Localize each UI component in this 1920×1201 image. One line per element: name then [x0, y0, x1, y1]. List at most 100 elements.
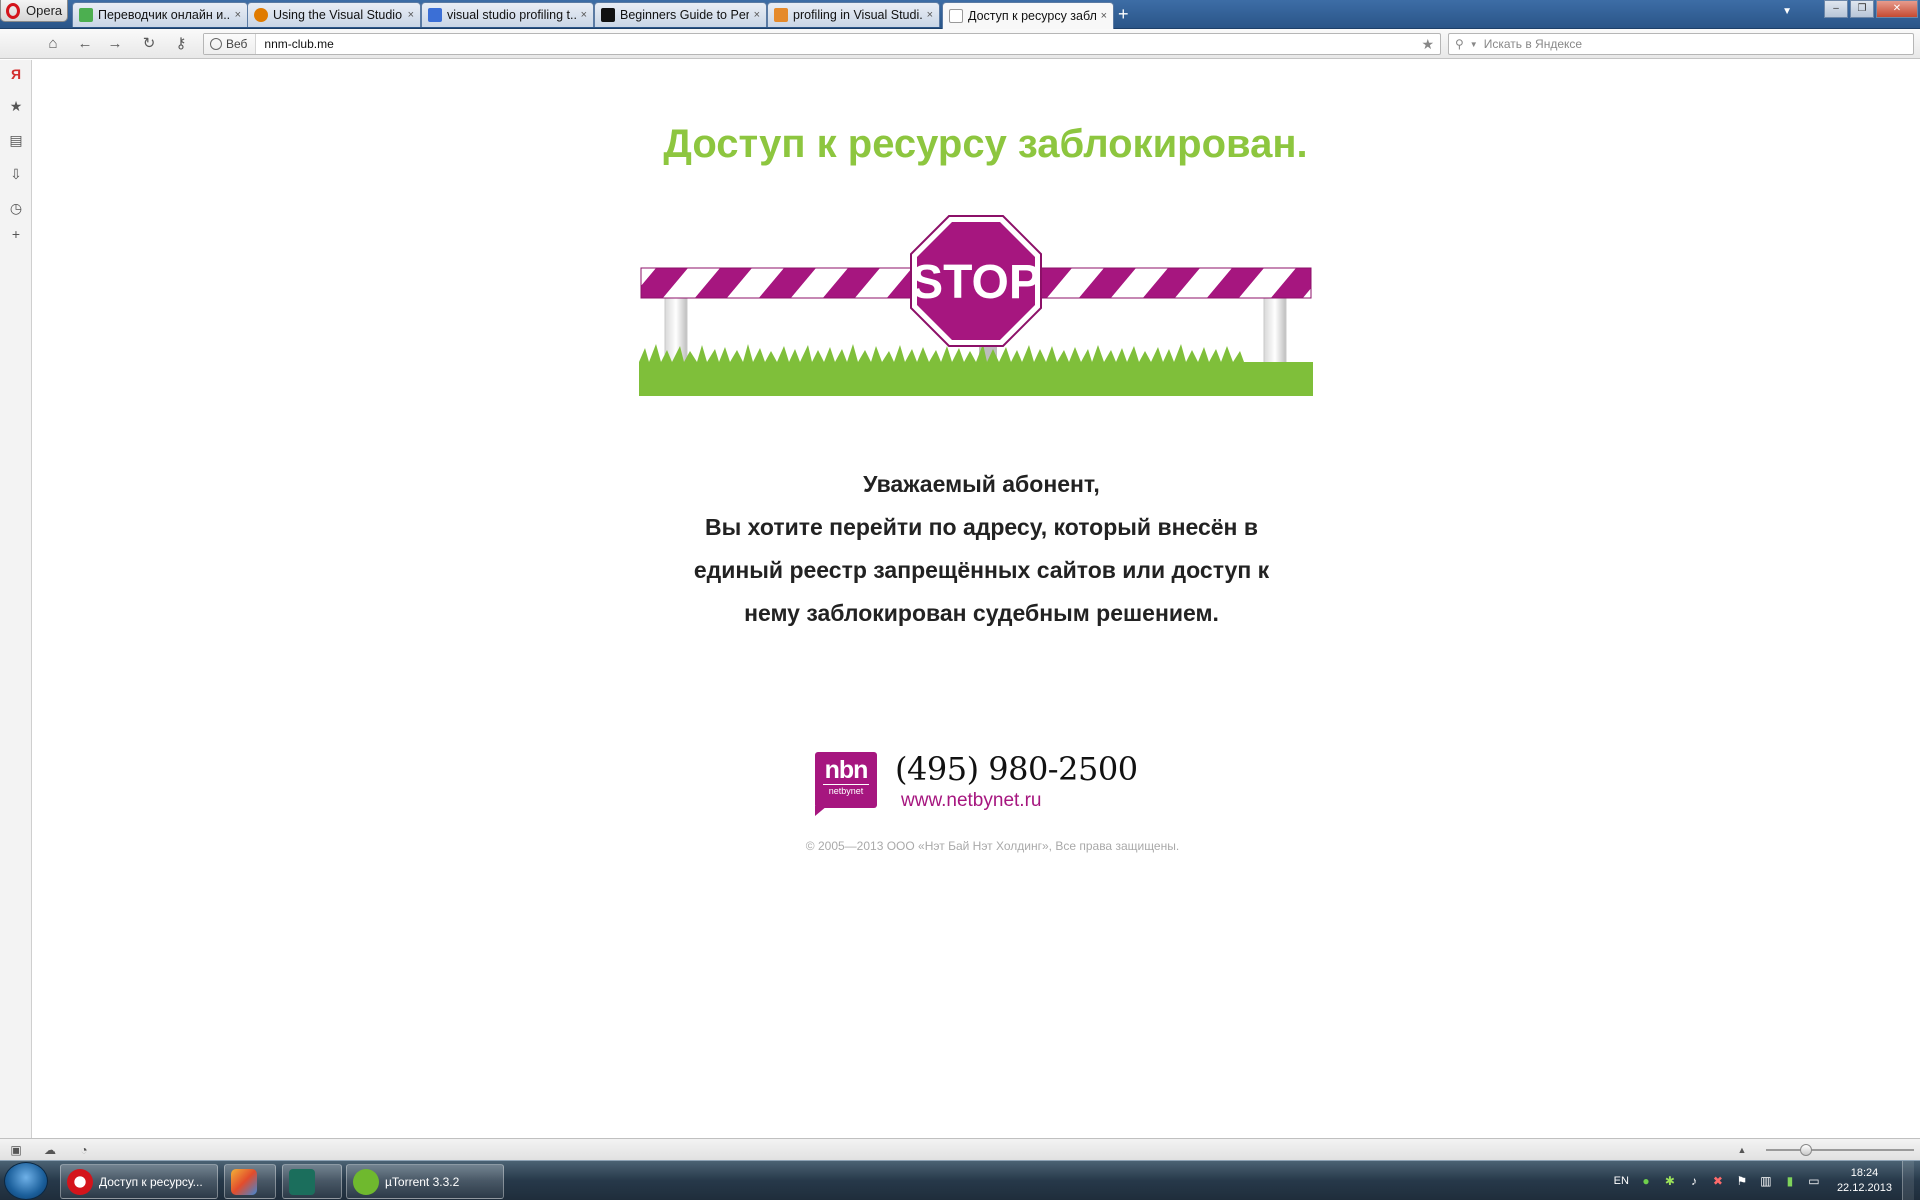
- android-tray-icon[interactable]: ✱: [1663, 1174, 1677, 1188]
- opera-icon: [67, 1168, 93, 1195]
- tab-stackoverflow[interactable]: profiling in Visual Studi... ×: [767, 2, 940, 27]
- language-indicator[interactable]: EN: [1614, 1175, 1629, 1187]
- tab-list-chevron-icon[interactable]: ▼: [1782, 6, 1792, 17]
- page-favicon-icon: [949, 9, 963, 23]
- taskbar-item-label: µTorrent 3.3.2: [385, 1174, 460, 1189]
- provider-contact: nbn netbynet (495) 980-2500 www.netbynet…: [815, 750, 1145, 822]
- tab-close-icon[interactable]: ×: [927, 9, 933, 21]
- downloads-icon[interactable]: ⇩: [8, 166, 24, 182]
- search-icon: ⚲: [1455, 37, 1464, 51]
- message-line: нему заблокирован судебным решением.: [744, 600, 1219, 626]
- paint-icon: [231, 1168, 257, 1195]
- block-message: Уважаемый абонент, Вы хотите перейти по …: [33, 463, 1920, 635]
- history-clock-icon[interactable]: ◷: [8, 200, 24, 216]
- tab-beginners-guide[interactable]: Beginners Guide to Per... ×: [594, 2, 767, 27]
- yandex-icon[interactable]: Я: [8, 66, 24, 82]
- website-link[interactable]: www.netbynet.ru: [901, 790, 1041, 812]
- display-icon[interactable]: ▭: [1807, 1174, 1821, 1188]
- tab-blocked-page[interactable]: Доступ к ресурсу забл... ×: [942, 2, 1114, 29]
- tab-close-icon[interactable]: ×: [235, 9, 241, 21]
- tab-translator[interactable]: Переводчик онлайн и... ×: [72, 2, 248, 27]
- system-clock[interactable]: 18:24 22.12.2013: [1837, 1166, 1892, 1196]
- window-controls: – ❐ ✕: [1824, 0, 1918, 18]
- side-panel: Я ★ ▤ ⇩ ◷ +: [0, 60, 32, 1138]
- google-favicon-icon: [428, 8, 442, 22]
- site-favicon-icon: [254, 8, 268, 22]
- back-icon[interactable]: ←: [76, 35, 94, 53]
- bookmark-star-icon[interactable]: ★: [1421, 36, 1440, 53]
- volume-icon[interactable]: ♪: [1687, 1174, 1701, 1188]
- network-icon[interactable]: ▥: [1759, 1174, 1773, 1188]
- message-line: Вы хотите перейти по адресу, который вне…: [705, 514, 1258, 540]
- browser-status-bar: ▣ ☁ ◔ ▲: [0, 1138, 1920, 1160]
- app-icon: [289, 1168, 315, 1195]
- tab-strip: Opera Переводчик онлайн и... × Using the…: [0, 0, 1920, 29]
- search-engine-dropdown-icon[interactable]: ▼: [1470, 40, 1478, 49]
- tab-close-icon[interactable]: ×: [754, 9, 760, 21]
- search-field[interactable]: ⚲ ▼ Искать в Яндексе: [1448, 33, 1914, 55]
- action-center-flag-icon[interactable]: ⚑: [1735, 1174, 1749, 1188]
- taskbar-item-label: Доступ к ресурсу...: [99, 1174, 203, 1189]
- tab-title: Доступ к ресурсу забл...: [968, 9, 1096, 23]
- forward-icon[interactable]: →: [106, 35, 124, 53]
- home-icon[interactable]: ⌂: [44, 35, 62, 53]
- stop-sign-text: STOP: [911, 256, 1041, 309]
- tab-title: profiling in Visual Studi...: [793, 8, 922, 22]
- logo-speech-tail: [815, 806, 827, 816]
- utorrent-tray-icon[interactable]: ●: [1639, 1174, 1653, 1188]
- phone-number: (495) 980-2500: [895, 750, 1138, 788]
- reload-icon[interactable]: ↻: [140, 35, 158, 53]
- taskbar-item-paint[interactable]: [224, 1164, 276, 1199]
- panel-toggle-icon[interactable]: ▣: [8, 1142, 24, 1158]
- page-title: Доступ к ресурсу заблокирован.: [663, 122, 1308, 166]
- zoom-slider-knob[interactable]: [1800, 1144, 1812, 1156]
- stop-barrier-image: STOP: [639, 215, 1313, 396]
- taskbar-item-app[interactable]: [282, 1164, 342, 1199]
- new-tab-button[interactable]: +: [1118, 4, 1129, 25]
- address-bar[interactable]: Веб nnm-club.me ★: [203, 33, 1441, 55]
- opera-unite-icon[interactable]: ☁: [42, 1142, 58, 1158]
- tab-close-icon[interactable]: ×: [408, 9, 414, 21]
- speed-dial-icon[interactable]: ◔: [76, 1142, 92, 1158]
- tab-visual-studio[interactable]: Using the Visual Studio... ×: [247, 2, 421, 27]
- notes-icon[interactable]: ▤: [8, 132, 24, 148]
- taskbar-item-utorrent[interactable]: µTorrent 3.3.2: [346, 1164, 504, 1199]
- tab-title: visual studio profiling t...: [447, 8, 576, 22]
- safely-remove-icon[interactable]: ▮: [1783, 1174, 1797, 1188]
- minimize-icon[interactable]: –: [1824, 0, 1848, 18]
- taskbar-item-opera[interactable]: Доступ к ресурсу...: [60, 1164, 218, 1199]
- windows-taskbar: Доступ к ресурсу... µTorrent 3.3.2 EN ● …: [0, 1160, 1920, 1201]
- opera-logo-icon: [6, 2, 20, 19]
- tab-close-icon[interactable]: ×: [1101, 10, 1107, 22]
- start-button[interactable]: [4, 1162, 48, 1200]
- tab-close-icon[interactable]: ×: [581, 9, 587, 21]
- opera-menu-button[interactable]: Opera: [0, 0, 68, 22]
- utorrent-icon: [353, 1168, 379, 1195]
- web-page-content: Доступ к ресурсу заблокирован. STOP Уваж…: [33, 60, 1920, 1138]
- show-desktop-button[interactable]: [1902, 1161, 1914, 1201]
- system-tray: EN ● ✱ ♪ ✖ ⚑ ▥ ▮ ▭ 18:24 22.12.2013: [1614, 1161, 1920, 1201]
- add-panel-icon[interactable]: +: [8, 226, 24, 242]
- tab-google-search[interactable]: visual studio profiling t... ×: [421, 2, 594, 27]
- close-window-icon[interactable]: ✕: [1876, 0, 1918, 18]
- message-line: единый реестр запрещённых сайтов или дос…: [693, 557, 1270, 583]
- copyright-footer: © 2005—2013 ООО «Нэт Бай Нэт Холдинг», В…: [805, 839, 1180, 853]
- key-icon[interactable]: ⚷: [172, 35, 190, 53]
- bookmarks-star-icon[interactable]: ★: [8, 98, 24, 114]
- search-placeholder: Искать в Яндексе: [1483, 37, 1583, 51]
- tab-title: Using the Visual Studio...: [273, 8, 403, 22]
- tab-title: Переводчик онлайн и...: [98, 8, 230, 22]
- zoom-slider-track[interactable]: [1766, 1149, 1914, 1151]
- zoom-up-icon[interactable]: ▲: [1734, 1142, 1750, 1158]
- url-input[interactable]: nnm-club.me: [256, 37, 1421, 51]
- stackoverflow-favicon-icon: [774, 8, 788, 22]
- translator-favicon-icon: [79, 8, 93, 22]
- restore-icon[interactable]: ❐: [1850, 0, 1874, 18]
- network-error-icon[interactable]: ✖: [1711, 1174, 1725, 1188]
- netbynet-logo: nbn netbynet: [815, 752, 877, 808]
- clock-date: 22.12.2013: [1836, 1182, 1892, 1194]
- clock-time: 18:24: [1850, 1167, 1879, 1179]
- web-badge[interactable]: Веб: [204, 34, 257, 54]
- logo-big-text: nbn: [824, 756, 869, 784]
- navigation-bar: ⌂ ← → ↻ ⚷ Веб nnm-club.me ★ ⚲ ▼ Искать в…: [0, 29, 1920, 59]
